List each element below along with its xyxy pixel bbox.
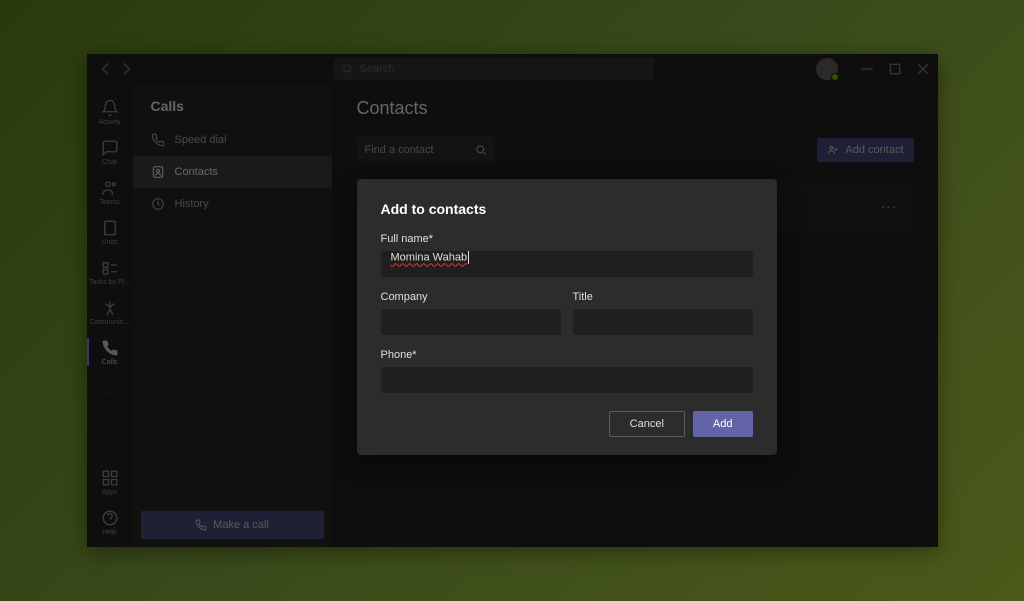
phone-field: Phone* — [381, 349, 753, 393]
add-contact-modal: Add to contacts Full name* Momina Wahab … — [357, 179, 777, 455]
title-label: Title — [573, 291, 753, 303]
phone-input[interactable] — [381, 367, 753, 393]
title-input[interactable] — [573, 309, 753, 335]
company-title-row: Company Title — [381, 291, 753, 335]
fullname-label: Full name* — [381, 233, 753, 245]
add-button[interactable]: Add — [693, 411, 753, 437]
fullname-input[interactable]: Momina Wahab — [381, 251, 753, 277]
company-input[interactable] — [381, 309, 561, 335]
company-label: Company — [381, 291, 561, 303]
teams-app-window: Search Activity Chat — [87, 54, 938, 547]
phone-label: Phone* — [381, 349, 753, 361]
fullname-value: Momina Wahab — [391, 251, 468, 263]
fullname-field: Full name* Momina Wahab — [381, 233, 753, 277]
text-cursor-icon — [468, 251, 469, 264]
cancel-button[interactable]: Cancel — [609, 411, 685, 437]
title-field: Title — [573, 291, 753, 335]
company-field: Company — [381, 291, 561, 335]
modal-buttons: Cancel Add — [381, 411, 753, 437]
modal-title: Add to contacts — [381, 201, 753, 217]
